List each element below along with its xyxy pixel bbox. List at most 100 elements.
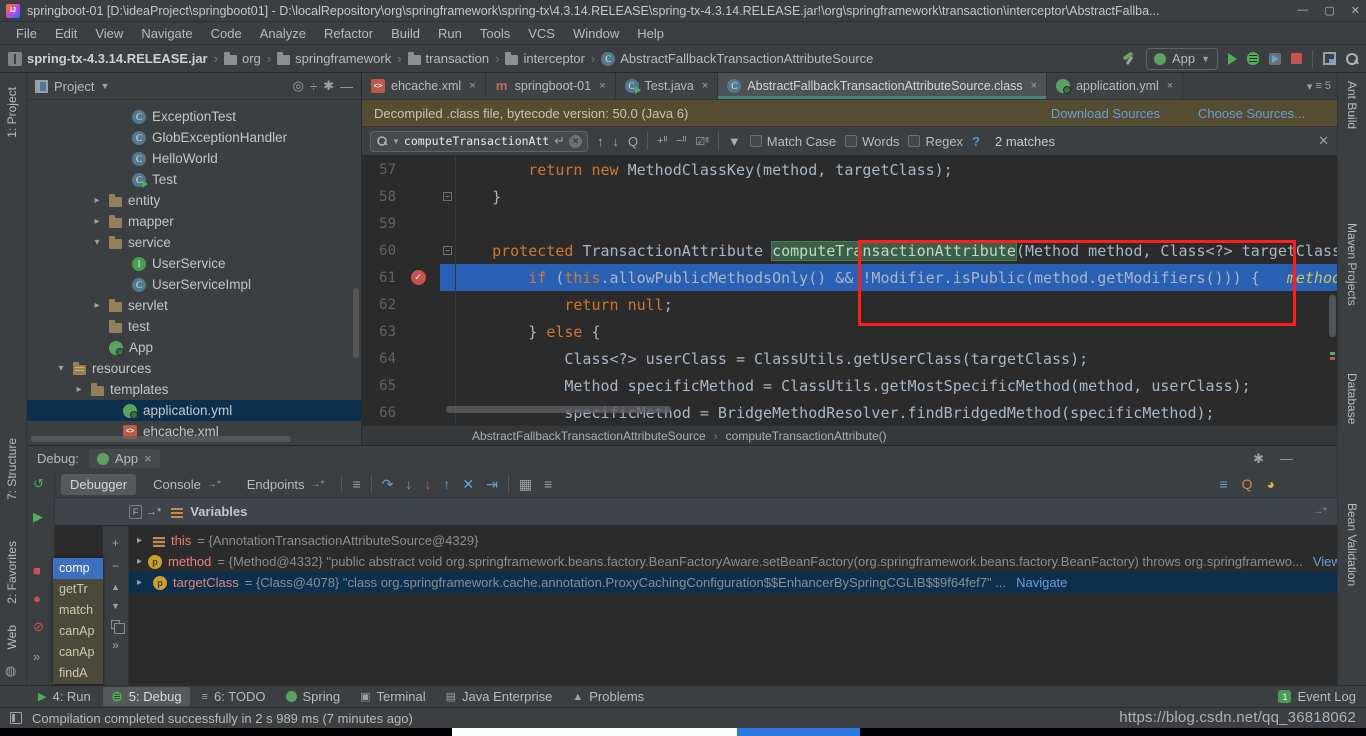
tool-button-favorites[interactable]: 2: Favorites [5,541,19,604]
tree-item-entity[interactable]: ▸ entity [27,190,361,211]
rerun-icon[interactable]: ↺ [33,476,44,492]
close-tab-icon[interactable]: × [599,80,605,92]
minimize-button[interactable]: — [1297,4,1308,17]
close-session-icon[interactable]: × [144,451,152,466]
code-line-65[interactable]: 65 Method specificMethod = ClassUtils.ge… [362,372,1337,399]
editor-scrollbar-track[interactable] [1328,156,1337,425]
gutter-fold-zone[interactable] [440,345,456,372]
frame-item[interactable]: canAp [53,621,103,642]
tree-item-GlobExceptionHandler[interactable]: C GlobExceptionHandler [27,127,361,148]
tree-item-Test[interactable]: C Test [27,169,361,190]
variable-link-view[interactable]: View [1313,554,1337,569]
tool-button-web[interactable]: Web [5,625,19,649]
gutter-fold-zone[interactable]: − [440,183,456,210]
close-tab-icon[interactable]: × [469,80,475,92]
select-all-occurrences-icon[interactable]: ☑ᴵᴵ [695,135,709,148]
gutter-breakpoint-zone[interactable] [396,318,440,345]
menu-item-help[interactable]: Help [629,24,672,43]
gutter-breakpoint-zone[interactable] [396,156,440,183]
debug-button[interactable] [1247,52,1259,65]
tool-button-database[interactable]: Database [1345,373,1359,424]
remove-watch-icon[interactable]: − [112,559,119,573]
editor-tab-AbstractFallbackTransactionAttributeSource.class[interactable]: C AbstractFallbackTransactionAttributeSou… [718,73,1048,99]
code-line-64[interactable]: 64 Class<?> userClass = ClassUtils.getUs… [362,345,1337,372]
step-over-icon[interactable]: ↷ [380,476,396,493]
gutter-breakpoint-zone[interactable] [396,183,440,210]
gutter-breakpoint-zone[interactable]: ✓ [396,264,440,291]
gutter-breakpoint-zone[interactable] [396,291,440,318]
tool-button-6-todo[interactable]: ≡ 6: TODO [194,687,274,706]
menu-item-edit[interactable]: Edit [47,24,85,43]
search-input[interactable]: ▼ computeTransactionAttribute ↵ ✕ [370,130,588,152]
code-line-57[interactable]: 57 return new MethodClassKey(method, tar… [362,156,1337,183]
project-view-title[interactable]: Project [54,79,94,94]
tree-chevron-icon[interactable]: ▸ [91,216,103,227]
chevron-down-icon[interactable]: ▼ [100,81,109,91]
gutter-fold-zone[interactable]: − [440,237,456,264]
breadcrumb-item[interactable]: C AbstractFallbackTransactionAttributeSou… [601,51,873,66]
menu-item-window[interactable]: Window [565,24,627,43]
globe-icon[interactable]: ◍ [5,663,16,679]
breadcrumb-item[interactable]: spring-tx-4.3.14.RELEASE.jar [8,51,208,66]
code-line-63[interactable]: 63 } else { [362,318,1337,345]
breadcrumb-item[interactable]: transaction [407,51,489,66]
trace-icon[interactable]: ≡ [542,476,554,492]
force-step-into-icon[interactable]: ↓ [422,476,433,492]
move-down-icon[interactable]: ▼ [111,601,120,611]
menu-item-vcs[interactable]: VCS [520,24,563,43]
fold-marker-icon[interactable]: − [443,192,452,201]
view-breakpoints-icon[interactable]: ● [33,591,41,606]
tree-item-UserServiceImpl[interactable]: C UserServiceImpl [27,274,361,295]
threads-view-icon[interactable]: ≡ [1219,476,1227,492]
add-selection-icon[interactable]: +ᴵᴵ [657,135,667,147]
gutter-fold-zone[interactable] [440,372,456,399]
locate-icon[interactable]: ◎ [293,78,304,94]
step-out-icon[interactable]: ↑ [441,476,452,492]
gutter-breakpoint-zone[interactable] [396,399,440,425]
close-tab-icon[interactable]: × [702,80,708,92]
build-hammer-icon[interactable] [1122,52,1136,66]
gutter-fold-zone[interactable] [440,318,456,345]
tree-item-servlet[interactable]: ▸ servlet [27,295,361,316]
gutter-breakpoint-zone[interactable] [396,345,440,372]
tool-button-maven-projects[interactable]: Maven Projects [1345,223,1359,306]
regex-checkbox[interactable]: Regex [908,134,963,149]
editor-horizontal-scrollbar[interactable] [446,406,671,413]
code-line-58[interactable]: 58 − } [362,183,1337,210]
variable-row-targetClass[interactable]: ▸ p targetClass = {Class@4078} "class org.… [129,572,1337,593]
event-log-button[interactable]: 1 Event Log [1278,689,1356,704]
move-up-icon[interactable]: ▲ [111,582,120,592]
choose-sources-link[interactable]: Choose Sources... [1198,106,1305,121]
project-vertical-scrollbar[interactable] [353,288,359,358]
close-tab-icon[interactable]: × [1031,80,1037,92]
breadcrumb-item[interactable]: org [223,51,261,66]
evaluate-expression-icon[interactable]: ▦ [517,476,534,493]
frames-tab[interactable]: F →* [129,504,161,519]
find-all-icon[interactable]: Q [628,134,638,149]
duplicate-icon[interactable] [111,620,125,634]
frame-item[interactable]: findA [53,663,103,684]
code-line-62[interactable]: 62 return null; [362,291,1337,318]
tool-button-terminal[interactable]: ▣ Terminal [352,687,434,706]
variable-row-this[interactable]: ▸ this = {AnnotationTransactionAttributeS… [129,530,1337,551]
debug-session-tab[interactable]: App × [88,449,160,468]
step-into-icon[interactable]: ↓ [403,476,414,492]
close-button[interactable]: ✕ [1351,4,1360,17]
breadcrumb-class[interactable]: AbstractFallbackTransactionAttributeSour… [472,429,706,443]
more-icon[interactable]: » [112,638,119,652]
tool-button-bean-validation[interactable]: Bean Validation [1345,503,1359,586]
toolwindow-icon[interactable] [1323,52,1336,65]
variable-link-navigate[interactable]: Navigate [1016,575,1067,590]
menu-item-tools[interactable]: Tools [472,24,518,43]
tool-button-project[interactable]: 1: Project [5,87,19,138]
gutter-fold-zone[interactable] [440,210,456,237]
variable-row-method[interactable]: ▸ p method = {Method@4332} "public abstrac… [129,551,1337,572]
tool-button-structure[interactable]: 7: Structure [5,438,19,500]
drop-frame-icon[interactable]: ✕ [460,476,476,493]
coverage-button[interactable] [1269,52,1281,65]
breadcrumb-item[interactable]: interceptor [505,51,585,66]
editor-tab-application.yml[interactable]: application.yml × [1047,73,1184,99]
editor-tab-springboot-01[interactable]: m springboot-01 × [485,73,616,99]
prev-occurrence-icon[interactable]: ↑ [597,134,604,149]
expand-chevron-icon[interactable]: ▸ [137,577,147,588]
